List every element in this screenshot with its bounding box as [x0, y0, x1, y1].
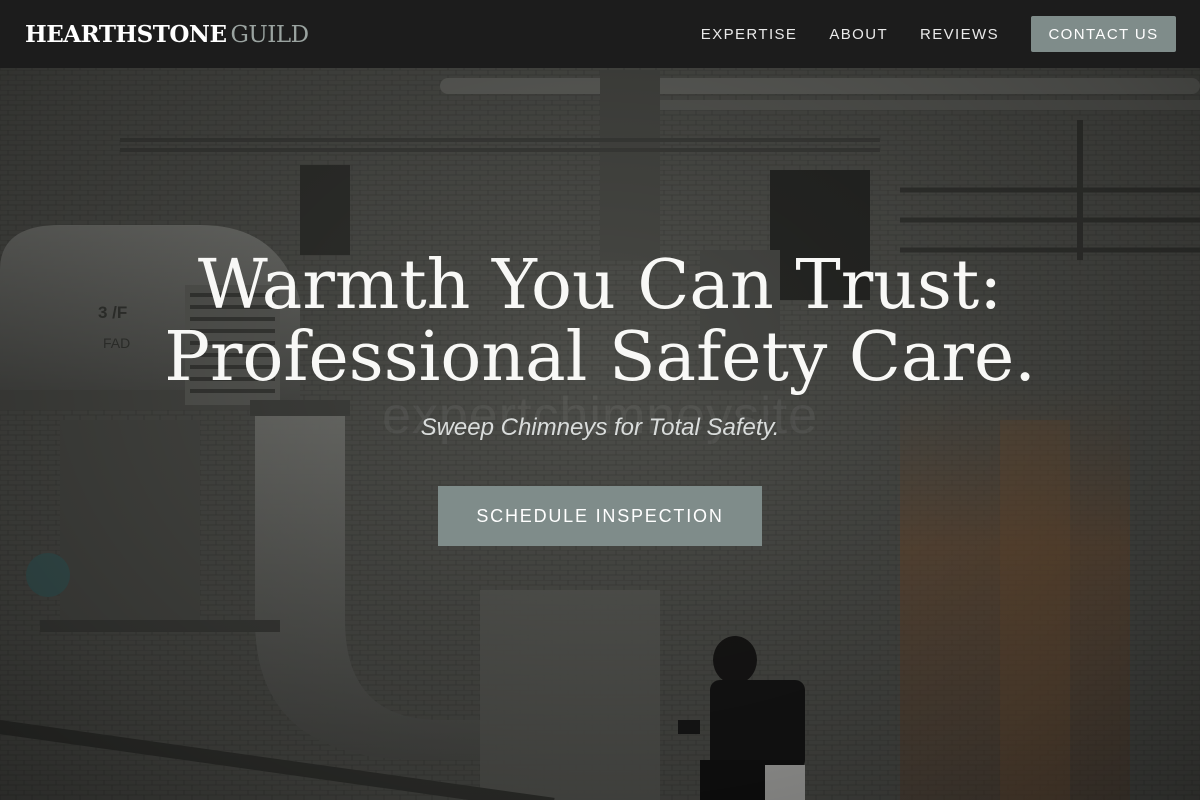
top-navbar: HEARTHSTONE GUILD EXPERTISE ABOUT REVIEWS…: [0, 0, 1200, 68]
contact-us-button[interactable]: CONTACT US: [1031, 16, 1176, 52]
hero-content: Warmth You Can Trust: Professional Safet…: [0, 250, 1200, 546]
hero-headline-line1: Warmth You Can Trust:: [197, 246, 1003, 325]
nav-item-about[interactable]: ABOUT: [829, 26, 888, 43]
hero-headline-line2: Professional Safety Care.: [164, 318, 1036, 397]
brand-logo[interactable]: HEARTHSTONE GUILD: [25, 21, 309, 48]
main-nav: EXPERTISE ABOUT REVIEWS CONTACT US: [701, 16, 1176, 52]
brand-primary: HEARTHSTONE: [25, 20, 227, 48]
hero-subtitle: Sweep Chimneys for Total Safety.: [420, 414, 780, 441]
hero-headline: Warmth You Can Trust: Professional Safet…: [0, 250, 1200, 394]
nav-item-expertise[interactable]: EXPERTISE: [701, 26, 798, 43]
page: HEARTHSTONE GUILD EXPERTISE ABOUT REVIEWS…: [0, 0, 1200, 800]
schedule-inspection-button[interactable]: SCHEDULE INSPECTION: [438, 486, 762, 546]
brand-secondary: GUILD: [230, 21, 309, 48]
nav-item-reviews[interactable]: REVIEWS: [920, 26, 999, 43]
